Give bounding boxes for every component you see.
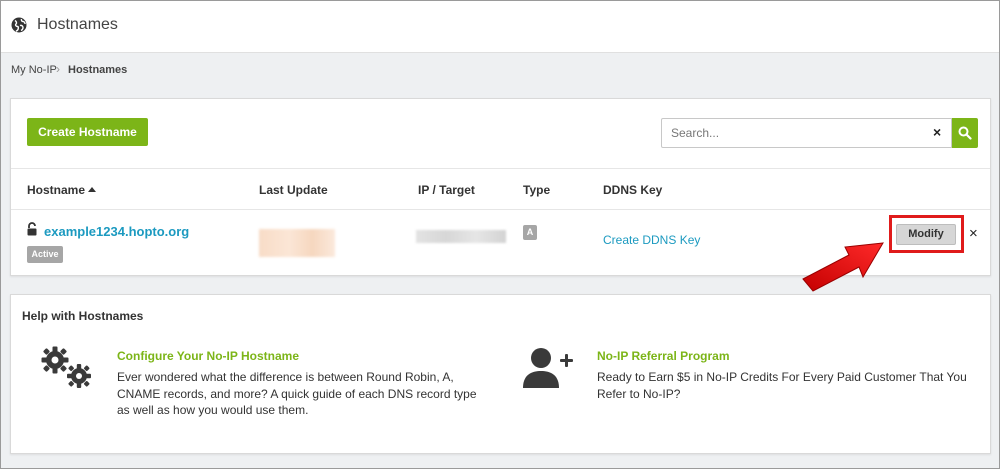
referral-program-text: Ready to Earn $5 in No-IP Credits For Ev…: [597, 370, 967, 401]
help-panel: Help with Hostnames Configure Your No-IP…: [10, 294, 991, 454]
column-header-ddns-key: DDNS Key: [603, 183, 663, 197]
hostname-link[interactable]: example1234.hopto.org: [44, 224, 189, 239]
page-title: Hostnames: [37, 16, 118, 33]
create-ddns-key-link[interactable]: Create DDNS Key: [603, 233, 700, 247]
search-clear-icon[interactable]: ×: [933, 124, 941, 140]
gears-icon: [41, 346, 91, 388]
record-type-badge: A: [523, 225, 537, 240]
search-button[interactable]: [952, 118, 978, 148]
search-icon: [958, 126, 972, 140]
breadcrumb-hostnames: Hostnames: [68, 64, 128, 76]
status-badge: Active: [27, 246, 63, 263]
search-bar: ×: [661, 118, 978, 148]
sort-ascending-icon: [88, 187, 97, 192]
top-bar: Hostnames: [1, 1, 999, 53]
column-header-hostname[interactable]: Hostname: [27, 183, 97, 197]
unlocked-icon: [27, 222, 37, 236]
user-plus-icon: [523, 348, 573, 388]
table-header: Hostname Last Update IP / Target Type DD…: [11, 168, 990, 210]
column-header-ip-target[interactable]: IP / Target: [418, 183, 475, 197]
column-header-hostname-label: Hostname: [27, 183, 86, 197]
breadcrumb-my-noip[interactable]: My No-IP: [11, 64, 57, 76]
referral-program-link[interactable]: No-IP Referral Program: [597, 349, 730, 363]
globe-icon: [11, 17, 27, 33]
modify-button[interactable]: Modify: [896, 224, 956, 245]
ip-target-redacted: [416, 230, 506, 243]
delete-icon[interactable]: ×: [969, 225, 978, 242]
help-title: Help with Hostnames: [22, 309, 144, 323]
search-input[interactable]: [661, 118, 952, 148]
configure-hostname-text: Ever wondered what the difference is bet…: [117, 370, 477, 417]
breadcrumb-separator-icon: ›: [56, 62, 60, 76]
column-header-last-update[interactable]: Last Update: [259, 183, 328, 197]
column-header-type[interactable]: Type: [523, 183, 550, 197]
breadcrumb: My No-IP › Hostnames: [1, 54, 999, 86]
last-update-redacted: [259, 229, 335, 257]
configure-hostname-link[interactable]: Configure Your No-IP Hostname: [117, 349, 299, 363]
red-arrow-icon: [802, 242, 884, 292]
create-hostname-button[interactable]: Create Hostname: [27, 118, 148, 146]
